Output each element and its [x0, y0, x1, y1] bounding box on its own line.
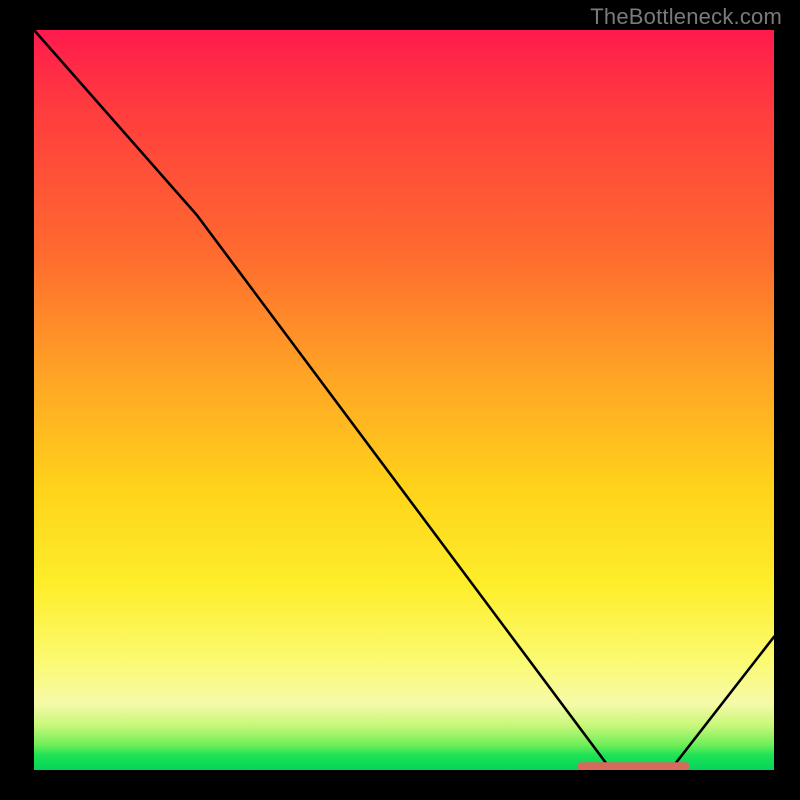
bottleneck-curve-path: [34, 30, 774, 770]
chart-plot-area: [34, 30, 774, 770]
chart-overlay: [34, 30, 774, 770]
watermark-text: TheBottleneck.com: [590, 4, 782, 30]
chart-stage: TheBottleneck.com: [0, 0, 800, 800]
